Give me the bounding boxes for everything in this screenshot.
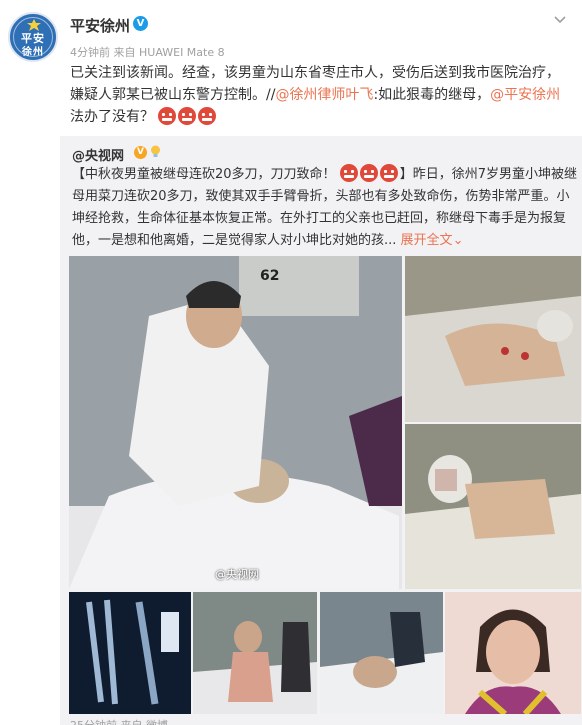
angry-face-icon [158, 107, 177, 125]
expand-full-text-link[interactable]: 展开全文⌄ [401, 233, 464, 248]
angry-face-icon [339, 164, 358, 182]
photo-xray[interactable] [69, 592, 191, 714]
photo-boy-in-bed-2[interactable] [405, 424, 581, 589]
repost-footer-meta: 25分钟前 来自 微博 [70, 717, 168, 725]
expand-label: 展开全文 [400, 233, 453, 248]
post-username[interactable]: 平安徐州 [70, 15, 130, 36]
photo-boy-in-bed-1[interactable] [405, 256, 581, 422]
photo-watermark: @央视网 [215, 568, 259, 581]
photo-scene [193, 592, 317, 714]
post-meta: 4分钟前 来自 HUAWEI Mate 8 [70, 46, 225, 59]
repost-text: 【中秋夜男童被继母连砍20多刀，刀刀致命！ 】昨日，徐州7岁男童小坤被继母用菜刀… [72, 164, 578, 252]
photo-stepmother-portrait[interactable] [445, 592, 581, 714]
photo-scene [445, 592, 581, 714]
photo-boy-bandaged[interactable] [320, 592, 443, 714]
ward-sign: 62 [260, 268, 280, 284]
avatar-label-bottom: 徐州 [22, 47, 44, 58]
post-text: 已关注到该新闻。经查，该男童为山东省枣庄市人，受伤后送到我市医院治疗，嫌疑人郭某… [70, 62, 570, 128]
chevron-down-icon[interactable] [554, 14, 566, 26]
angry-face-icon [379, 164, 398, 182]
avatar[interactable]: 平安 徐州 [8, 12, 58, 62]
photo-doctor-examining-boy[interactable]: 62 @央视网 [69, 256, 402, 589]
repost-username[interactable]: @央视网 [72, 145, 124, 164]
bulb-icon [151, 145, 160, 157]
mention-police-link[interactable]: @平安徐州 [490, 87, 560, 103]
photo-scene [69, 256, 402, 589]
photo-scene [69, 592, 191, 714]
angry-face-icon [198, 107, 217, 125]
post-text-end: 法办了没有？ [70, 109, 154, 125]
repost-box: @央视网 V 【中秋夜男童被继母连砍20多刀，刀刀致命！ 】昨日，徐州7岁男童小… [60, 136, 582, 725]
photo-ward-relatives[interactable] [193, 592, 317, 714]
chevron-down-icon: ⌄ [452, 233, 464, 248]
photo-scene [405, 424, 581, 589]
photo-scene [405, 256, 581, 422]
weibo-post: 平安 徐州 平安徐州 V 4分钟前 来自 HUAWEI Mate 8 已关注到该… [0, 0, 582, 725]
photo-scene [320, 592, 443, 714]
post-text-mid: :如此狠毒的继母， [373, 87, 491, 103]
verified-badge-icon: V [133, 16, 148, 31]
repost-text-head: 【中秋夜男童被继母连砍20多刀，刀刀致命！ [72, 167, 336, 182]
mention-lawyer-link[interactable]: @徐州律师叶飞 [275, 87, 373, 103]
angry-face-icon [178, 107, 197, 125]
angry-face-icon [359, 164, 378, 182]
verified-badge-icon: V [134, 146, 147, 159]
